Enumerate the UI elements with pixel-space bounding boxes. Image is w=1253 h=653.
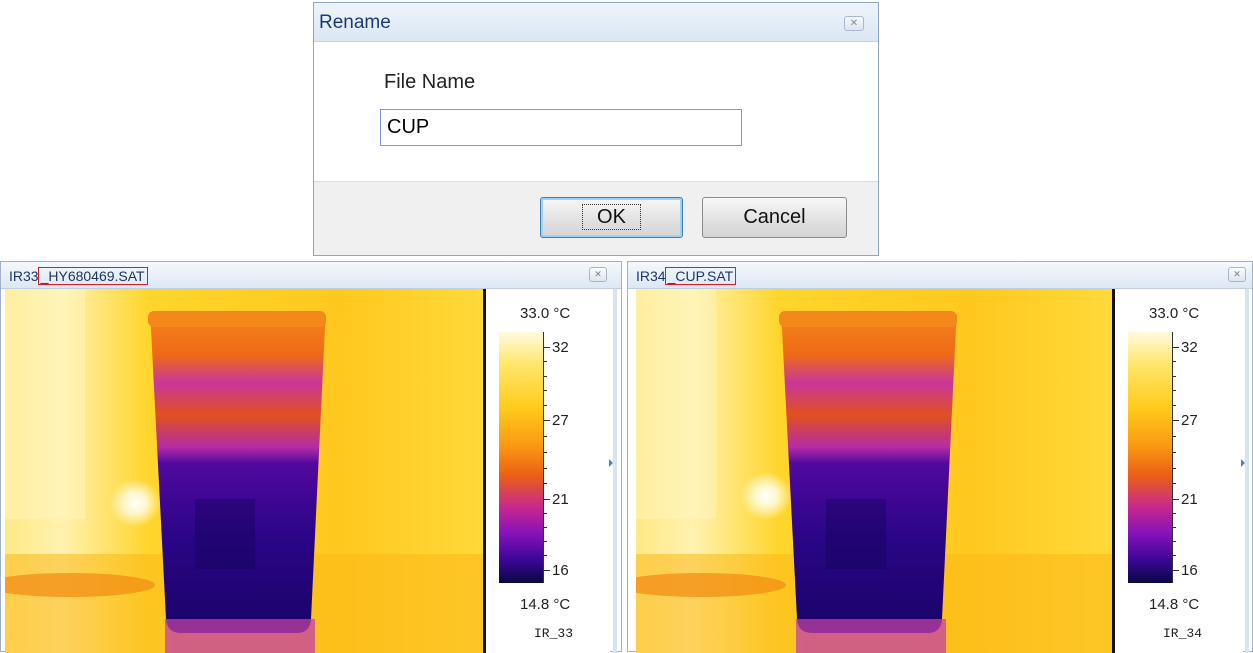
scale-minor-tick [1172,361,1176,362]
scale-tick-label: 27 [1181,412,1198,429]
scale-minor-tick [543,483,547,484]
side-panel-toggle[interactable] [613,289,617,653]
scale-tick-label: 16 [552,562,569,579]
scale-tick-label: 21 [1181,491,1198,508]
scale-minor-tick [543,452,547,453]
scale-minor-tick [543,405,547,406]
scale-tick [543,570,550,571]
scale-minor-tick [1172,436,1176,437]
ok-button[interactable]: OK [540,197,683,238]
color-scale-bar [1128,332,1172,583]
temperature-scale: 33.0 °C 32 27 21 16 14.8 °C IR_34 [1112,289,1243,653]
window-titlebar[interactable]: IR33 _HY680469.SAT ✕ [1,262,621,289]
scale-minor-tick [1172,555,1176,556]
scale-minor-tick [543,555,547,556]
thermal-window-ir34: IR34 _CUP.SAT ✕ 33.0 °C 32 27 21 16 14.8… [627,261,1253,653]
ok-button-label: OK [582,204,641,230]
scale-minor-tick [543,390,547,391]
scale-minor-tick [1172,468,1176,469]
dialog-title: Rename [319,12,391,33]
scale-tick [543,499,550,500]
scale-minor-tick [543,376,547,377]
dialog-footer: OK Cancel [314,181,878,255]
close-icon[interactable]: ✕ [1228,267,1246,282]
thermal-image[interactable] [5,289,483,653]
cancel-button[interactable]: Cancel [702,197,847,238]
scale-tick-label: 21 [552,491,569,508]
window-title-prefix: IR34 [636,268,666,284]
expand-arrow-icon[interactable] [609,459,613,467]
scale-minor-tick [1172,483,1176,484]
window-title-filename: _HY680469.SAT [37,267,148,285]
expand-arrow-icon[interactable] [1241,459,1245,467]
scale-tick-label: 27 [552,412,569,429]
temperature-scale: 33.0 °C 32 27 21 16 14.8 °C IR_33 [483,289,610,653]
thermal-image[interactable] [636,289,1112,653]
window-titlebar[interactable]: IR34 _CUP.SAT ✕ [628,262,1252,289]
thermal-window-ir33: IR33 _HY680469.SAT ✕ 33.0 °C 32 27 21 16… [0,261,622,653]
image-id-label: IR_34 [1163,626,1203,641]
file-name-label: File Name [384,71,476,93]
scale-minor-tick [1172,405,1176,406]
scale-max-label: 33.0 °C [520,305,571,322]
close-icon[interactable]: ✕ [589,267,607,282]
file-name-input[interactable] [380,109,742,146]
scale-tick-label: 32 [552,339,569,356]
scale-tick [1172,347,1179,348]
scale-axis [1172,332,1173,583]
scale-minor-tick [543,541,547,542]
window-title-filename: _CUP.SAT [664,267,737,285]
close-icon[interactable]: ✕ [844,16,864,31]
scale-minor-tick [1172,452,1176,453]
window-title: IR34 _CUP.SAT [636,267,737,285]
dialog-titlebar[interactable]: Rename ✕ [314,3,878,42]
scale-minor-tick [1172,541,1176,542]
scale-minor-tick [1172,376,1176,377]
window-title: IR33 _HY680469.SAT [9,267,148,285]
scale-minor-tick [1172,513,1176,514]
rename-dialog: Rename ✕ File Name OK Cancel [313,2,879,256]
scale-minor-tick [543,527,547,528]
scale-minor-tick [543,513,547,514]
scale-min-label: 14.8 °C [1149,596,1200,613]
scale-axis [543,332,544,583]
thermal-image-svg [636,289,1112,653]
scale-tick [543,420,550,421]
scale-tick-label: 32 [1181,339,1198,356]
scale-tick [543,347,550,348]
image-id-label: IR_33 [534,626,574,641]
scale-tick [1172,420,1179,421]
scale-minor-tick [1172,390,1176,391]
scale-minor-tick [543,468,547,469]
scale-tick [1172,570,1179,571]
scale-max-label: 33.0 °C [1149,305,1200,322]
scale-min-label: 14.8 °C [520,596,571,613]
scale-minor-tick [543,436,547,437]
window-title-prefix: IR33 [9,268,39,284]
scale-tick-label: 16 [1181,562,1198,579]
scale-tick [1172,499,1179,500]
side-panel-toggle[interactable] [1245,289,1249,653]
thermal-image-svg [5,289,483,653]
color-scale-bar [499,332,543,583]
scale-minor-tick [1172,527,1176,528]
scale-minor-tick [543,361,547,362]
